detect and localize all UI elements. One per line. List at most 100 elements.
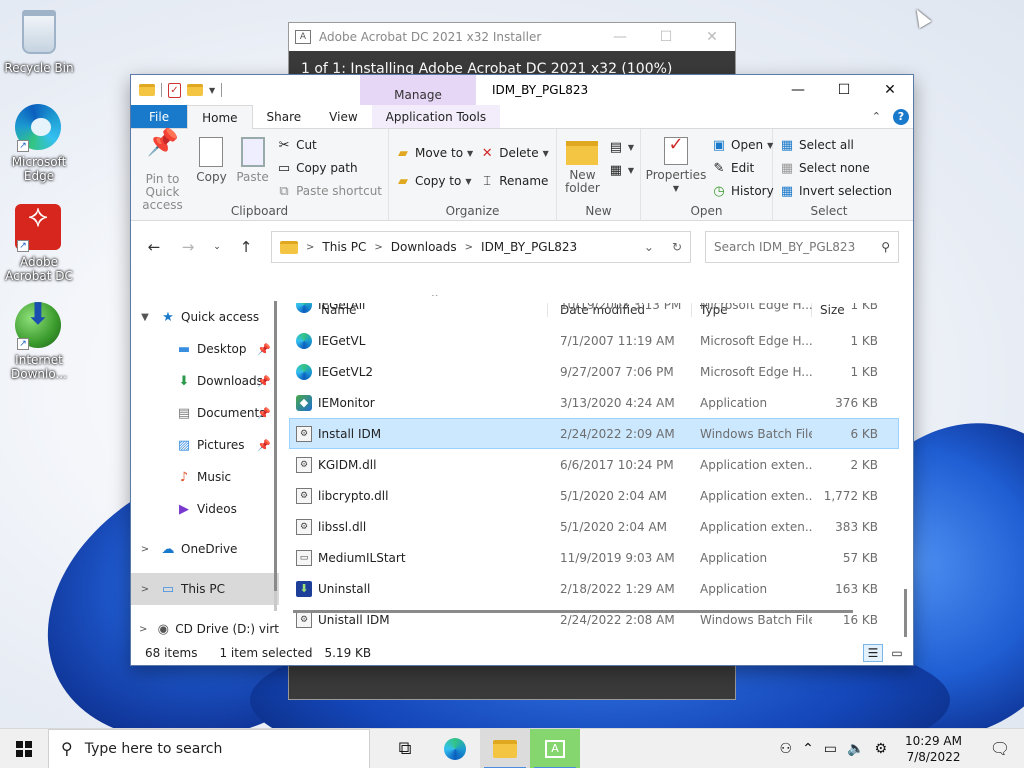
collapse-ribbon-icon[interactable]: ⌃ <box>872 110 881 123</box>
table-row-selected[interactable]: ⚙ Install IDM 2/24/2022 2:09 AM Windows B… <box>289 418 899 449</box>
horizontal-scrollbar[interactable] <box>293 610 853 613</box>
volume-icon[interactable]: 🔈 <box>847 741 864 757</box>
history-button[interactable]: ◷ History <box>711 181 773 201</box>
table-row[interactable]: IEGetVL2 9/27/2007 7:06 PM Microsoft Edg… <box>289 356 899 387</box>
task-view-button[interactable]: ⧉ <box>380 729 430 768</box>
new-item-button[interactable]: ▤ ▼ <box>608 137 634 157</box>
nav-item-music[interactable]: ♪ Music <box>131 461 279 493</box>
manage-contextual-tab[interactable]: Manage <box>360 75 476 105</box>
paste-icon <box>240 137 265 167</box>
large-icons-view-icon[interactable]: ▭ <box>887 644 907 662</box>
system-tray: ⚇ ⌃ ▭ 🔈 ⚙ 10:29 AM 7/8/2022 🗨 <box>780 733 1024 765</box>
nav-item-pictures[interactable]: ▨ Pictures 📌 <box>131 429 279 461</box>
taskbar-acrobat-installer[interactable]: A <box>530 728 580 768</box>
acrobat-icon: ↗ <box>15 204 63 252</box>
customize-toolbar-icon[interactable]: ▼ <box>209 86 215 95</box>
nav-item-this-pc[interactable]: > ▭ This PC <box>131 573 279 605</box>
table-row[interactable]: ⚙ libcrypto.dll 5/1/2020 2:04 AM Applicat… <box>289 480 899 511</box>
easy-access-button[interactable]: ▦ ▼ <box>608 160 634 180</box>
group-label: Clipboard <box>230 204 289 218</box>
quick-access-toolbar: ✓ ▼ <box>131 75 223 105</box>
paste-shortcut-button[interactable]: ⧉ Paste shortcut <box>276 181 382 201</box>
tab-application-tools[interactable]: Application Tools <box>371 105 501 128</box>
refresh-icon[interactable]: ↻ <box>672 240 682 254</box>
tab-file[interactable]: File <box>131 105 188 128</box>
table-row[interactable]: ▭ MediumILStart 11/9/2019 9:03 AM Applica… <box>289 542 899 573</box>
application-icon: ◆ <box>296 394 312 411</box>
installer-minimize-button[interactable]: — <box>597 29 643 45</box>
table-row[interactable]: ⚙ KGIDM.dll 6/6/2017 10:24 PM Application… <box>289 449 899 480</box>
recent-locations-button[interactable]: ⌄ <box>207 242 227 252</box>
selection-count: 1 item selected <box>219 646 313 660</box>
nav-scrollbar[interactable] <box>274 301 277 611</box>
details-view-icon[interactable]: ☰ <box>863 644 883 662</box>
open-button[interactable]: ▣ Open ▼ <box>711 135 774 155</box>
search-placeholder: Search IDM_BY_PGL823 <box>714 240 856 254</box>
close-button[interactable]: ✕ <box>867 75 913 105</box>
nav-item-documents[interactable]: ▤ Documents 📌 <box>131 397 279 429</box>
forward-button[interactable]: → <box>173 238 203 256</box>
installer-close-button[interactable]: ✕ <box>689 29 735 45</box>
vertical-scrollbar[interactable] <box>904 589 907 637</box>
search-box[interactable]: Search IDM_BY_PGL823 ⚲ <box>705 231 899 263</box>
taskbar-file-explorer[interactable] <box>480 728 530 768</box>
tab-home[interactable]: Home <box>187 105 253 129</box>
table-row[interactable]: IEGetVL 7/1/2007 11:19 AM Microsoft Edge… <box>289 325 899 356</box>
delete-button[interactable]: ✕ Delete ▼ <box>479 143 549 163</box>
tab-share[interactable]: Share <box>253 105 316 128</box>
table-row[interactable]: ⚙ Unistall IDM 2/24/2022 2:08 AM Windows … <box>289 604 899 635</box>
edge-html-file-icon <box>296 303 312 313</box>
taskbar-search-box[interactable]: ⚲ Type here to search <box>48 728 370 768</box>
cut-button[interactable]: ✂ Cut <box>276 135 382 155</box>
new-folder-quick-icon[interactable] <box>187 84 203 96</box>
properties-quick-icon[interactable]: ✓ <box>168 82 181 98</box>
invert-selection-button[interactable]: ▦ Invert selection <box>779 181 892 201</box>
start-button[interactable] <box>0 729 48 768</box>
installer-title-bar[interactable]: A Adobe Acrobat DC 2021 x32 Installer — … <box>289 23 735 51</box>
table-row[interactable]: ⬇ Uninstall 2/18/2022 1:29 AM Application… <box>289 573 899 604</box>
network-icon[interactable]: ▭ <box>824 741 837 757</box>
file-explorer-window[interactable]: ✓ ▼ Manage IDM_BY_PGL823 — ☐ ✕ File Home… <box>130 74 914 666</box>
taskbar-edge[interactable] <box>430 729 480 768</box>
installer-maximize-button[interactable]: ☐ <box>643 29 689 45</box>
notification-center-icon[interactable]: 🗨 <box>980 739 1020 758</box>
explorer-title-bar[interactable]: ✓ ▼ Manage IDM_BY_PGL823 — ☐ ✕ <box>131 75 913 105</box>
breadcrumb-downloads[interactable]: Downloads <box>391 240 457 254</box>
nav-item-quick-access[interactable]: ▼ ★ Quick access <box>131 301 279 333</box>
pin-icon: 📌 <box>257 406 271 420</box>
nav-item-onedrive[interactable]: > ☁ OneDrive <box>131 533 279 565</box>
select-none-button[interactable]: ▦ Select none <box>779 158 892 178</box>
show-hidden-icons-icon[interactable]: ⌃ <box>802 741 814 757</box>
nav-item-videos[interactable]: ▶ Videos <box>131 493 279 525</box>
move-to-button[interactable]: ▰ Move to ▼ <box>395 143 473 163</box>
edit-button[interactable]: ✎ Edit <box>711 158 774 178</box>
open-group: ✓ Properties ▼ ▣ Open ▼ ✎ Edit ◷ History Ope… <box>641 129 774 221</box>
clock[interactable]: 10:29 AM 7/8/2022 <box>897 733 970 765</box>
table-row[interactable]: ◆ IEMonitor 3/13/2020 4:24 AM Application… <box>289 387 899 418</box>
breadcrumb-this-pc[interactable]: This PC <box>322 240 366 254</box>
address-bar[interactable]: > This PC > Downloads > IDM_BY_PGL823 ⌄ … <box>271 231 691 263</box>
copy-to-button[interactable]: ▰ Copy to ▼ <box>395 171 473 191</box>
table-row[interactable]: IEGetAll 10/19/2003 3:13 PM Microsoft Ed… <box>289 303 899 320</box>
back-button[interactable]: ← <box>139 238 169 256</box>
desktop-icon-recycle-bin[interactable]: Recycle Bin <box>4 8 74 75</box>
select-all-button[interactable]: ▦ Select all <box>779 135 892 155</box>
desktop-icon-acrobat[interactable]: ↗ Adobe Acrobat DC <box>4 204 74 283</box>
up-button[interactable]: ↑ <box>231 238 261 256</box>
copy-path-button[interactable]: ▭ Copy path <box>276 158 382 178</box>
table-row[interactable]: ⚙ libssl.dll 5/1/2020 2:04 AM Application… <box>289 511 899 542</box>
nav-item-downloads[interactable]: ⬇ Downloads 📌 <box>131 365 279 397</box>
tab-view[interactable]: View <box>315 105 371 128</box>
minimize-button[interactable]: — <box>775 75 821 105</box>
address-history-dropdown-icon[interactable]: ⌄ <box>644 240 654 254</box>
desktop-icon-edge[interactable]: ↗ Microsoft Edge <box>4 104 74 183</box>
nav-item-desktop[interactable]: ▬ Desktop 📌 <box>131 333 279 365</box>
organize-group: ▰ Move to ▼ ▰ Copy to ▼ ✕ Delete ▼ ⌶ Rename Org… <box>389 129 557 221</box>
help-icon[interactable]: ? <box>893 108 909 125</box>
settings-gear-icon[interactable]: ⚙ <box>874 741 887 757</box>
breadcrumb-current-folder[interactable]: IDM_BY_PGL823 <box>481 240 577 254</box>
rename-button[interactable]: ⌶ Rename <box>479 171 549 191</box>
maximize-button[interactable]: ☐ <box>821 75 867 105</box>
people-icon[interactable]: ⚇ <box>780 741 793 757</box>
desktop-icon-idm[interactable]: ↗ Internet Downlo... <box>4 302 74 381</box>
